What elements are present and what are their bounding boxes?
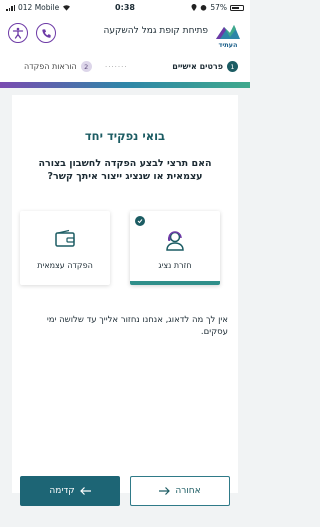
progress-bar bbox=[0, 82, 250, 88]
option-label: הפקדה עצמאית bbox=[37, 261, 93, 270]
logo-mark bbox=[216, 25, 240, 39]
step-connector: ······· bbox=[105, 63, 128, 71]
app-logo[interactable]: העתיד bbox=[212, 21, 244, 49]
content-card: בואי נפקיד יחד האם תרצי לבצע הפקדה לחשבו… bbox=[12, 95, 238, 493]
back-button[interactable]: אחורה bbox=[130, 476, 230, 506]
step-deposit-instructions: הוראות הפקדה 2 bbox=[24, 61, 92, 72]
step-number: 1 bbox=[227, 61, 238, 72]
check-icon bbox=[135, 216, 145, 226]
arrow-right-icon bbox=[159, 487, 171, 495]
option-agent-callback[interactable]: חזרת נציג bbox=[130, 211, 220, 285]
headset-agent-icon bbox=[130, 229, 220, 251]
option-label: חזרת נציג bbox=[158, 261, 192, 270]
accessibility-icon[interactable] bbox=[8, 23, 28, 43]
battery-percent: 57% bbox=[210, 3, 227, 12]
step-personal-details: פרטים אישיים 1 bbox=[172, 61, 238, 72]
page-title: פתיחת קופת גמל להשקעה bbox=[103, 26, 208, 36]
wallet-icon bbox=[20, 229, 110, 249]
main-title: בואי נפקיד יחד bbox=[84, 129, 166, 143]
app-header: פתיחת קופת גמל להשקעה העתיד bbox=[0, 16, 250, 52]
progress-steps: פרטים אישיים 1 ······· הוראות הפקדה 2 bbox=[0, 52, 250, 82]
step-label: הוראות הפקדה bbox=[24, 62, 77, 71]
question-text: האם תרצי לבצע הפקדה לחשבון בצורה עצמאית … bbox=[38, 158, 212, 182]
logo-text: העתיד bbox=[218, 41, 238, 49]
arrow-left-icon bbox=[79, 487, 91, 495]
status-bar: 012 Mobile 0:38 57% bbox=[0, 0, 250, 16]
step-label: פרטים אישיים bbox=[172, 62, 223, 71]
phone-icon[interactable] bbox=[36, 23, 56, 43]
next-button-label: קדימה bbox=[49, 486, 75, 496]
option-self-deposit[interactable]: הפקדה עצמאית bbox=[20, 211, 110, 285]
alarm-icon bbox=[201, 5, 207, 11]
battery-icon bbox=[230, 4, 244, 11]
step-number: 2 bbox=[80, 61, 92, 72]
location-icon bbox=[191, 4, 197, 11]
info-text: אין לך מה לדאוג, אנחנו נחזור אלייך עד של… bbox=[46, 315, 228, 337]
back-button-label: אחורה bbox=[175, 486, 201, 496]
next-button[interactable]: קדימה bbox=[20, 476, 120, 506]
